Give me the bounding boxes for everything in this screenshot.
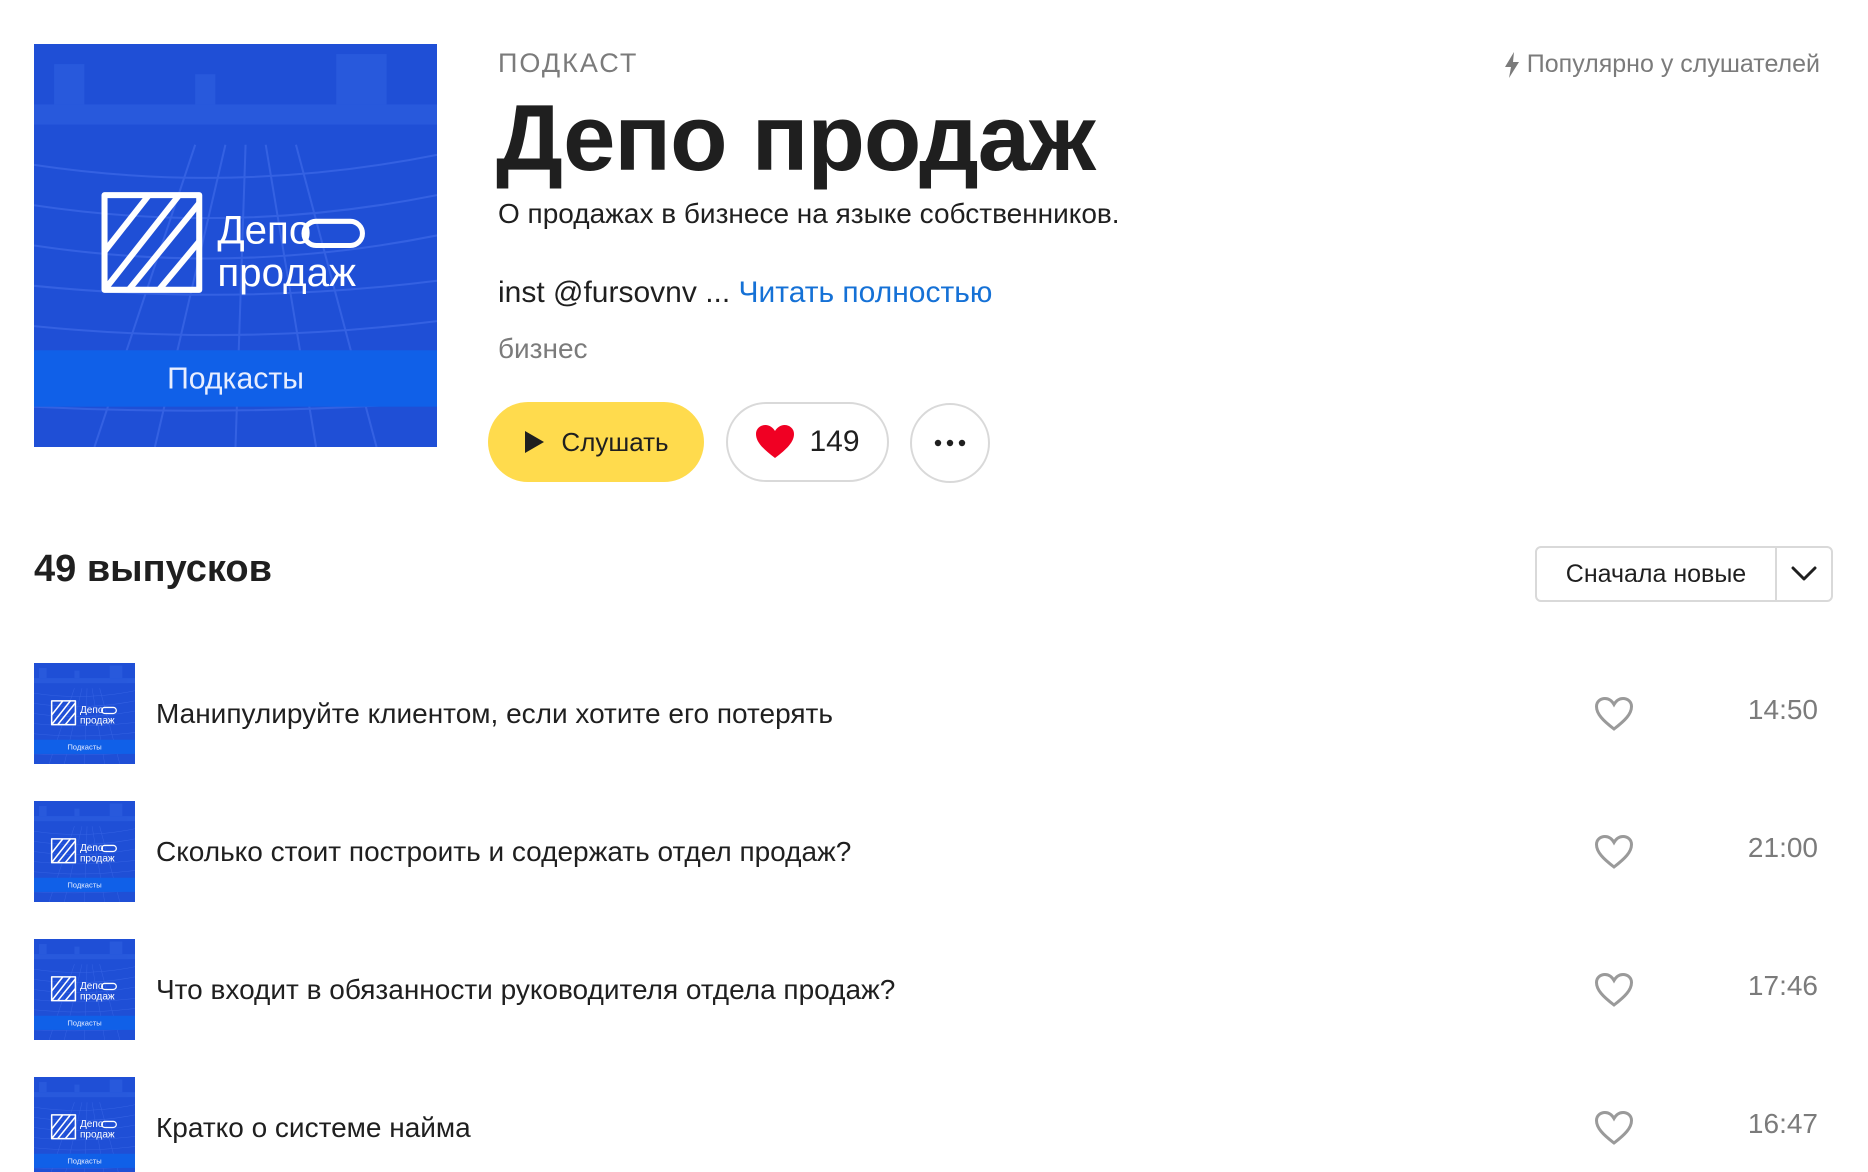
episode-title[interactable]: Кратко о системе найма bbox=[156, 1112, 1834, 1144]
episode-duration: 17:46 bbox=[1747, 970, 1818, 1001]
episode-thumbnail bbox=[34, 663, 135, 764]
description-text: inst @fursovnv ... bbox=[498, 276, 731, 309]
listen-button[interactable]: Слушать bbox=[488, 402, 704, 482]
episode-title[interactable]: Сколько стоит построить и содержать отде… bbox=[156, 836, 1834, 868]
heart-outline-icon[interactable] bbox=[1594, 972, 1634, 1008]
chevron-down-icon bbox=[1791, 566, 1817, 581]
episode-title[interactable]: Что входит в обязанности руководителя от… bbox=[156, 974, 1834, 1006]
like-button[interactable]: 149 bbox=[726, 402, 889, 482]
more-dots-icon bbox=[934, 439, 966, 447]
lightning-icon bbox=[1504, 51, 1519, 78]
genre-link[interactable]: бизнес bbox=[498, 333, 588, 365]
podcast-subtitle: О продажах в бизнесе на языке собственни… bbox=[498, 198, 1120, 229]
more-options-button[interactable] bbox=[910, 403, 990, 483]
popular-badge: Популярно у слушателей bbox=[1501, 50, 1820, 79]
page-title: Депо продаж bbox=[496, 85, 1096, 190]
podcast-description: inst @fursovnv ... Читать полностью bbox=[498, 276, 992, 310]
episode-thumbnail bbox=[34, 1077, 135, 1172]
episode-duration: 21:00 bbox=[1747, 832, 1818, 863]
heart-outline-icon[interactable] bbox=[1594, 696, 1634, 732]
podcast-cover-image bbox=[34, 44, 437, 447]
listen-button-label: Слушать bbox=[561, 426, 669, 457]
podcast-cover bbox=[34, 44, 437, 447]
popular-label: Популярно у слушателей bbox=[1526, 50, 1820, 78]
episode-duration: 14:50 bbox=[1747, 694, 1818, 725]
heart-outline-icon[interactable] bbox=[1594, 834, 1634, 870]
episode-row[interactable]: Что входит в обязанности руководителя от… bbox=[34, 939, 1834, 1040]
episode-thumbnail bbox=[34, 801, 135, 902]
episode-duration: 16:47 bbox=[1747, 1108, 1818, 1139]
sort-dropdown-toggle[interactable] bbox=[1775, 548, 1831, 600]
like-count: 149 bbox=[809, 425, 860, 458]
heart-outline-icon[interactable] bbox=[1594, 1110, 1634, 1146]
sort-dropdown[interactable]: Сначала новые bbox=[1535, 546, 1833, 602]
episode-row[interactable]: Сколько стоит построить и содержать отде… bbox=[34, 801, 1834, 902]
episode-thumbnail bbox=[34, 939, 135, 1040]
episodes-count: 49 выпусков bbox=[34, 548, 273, 590]
sort-dropdown-label: Сначала новые bbox=[1565, 559, 1747, 588]
episode-title[interactable]: Манипулируйте клиентом, если хотите его … bbox=[156, 698, 1834, 730]
play-icon bbox=[525, 431, 545, 453]
episode-row[interactable]: Кратко о системе найма 16:47 bbox=[34, 1077, 1834, 1172]
heart-filled-icon bbox=[756, 425, 795, 458]
content-type-label: ПОДКАСТ bbox=[498, 48, 639, 78]
read-more-link[interactable]: Читать полностью bbox=[739, 276, 993, 309]
episode-row[interactable]: Манипулируйте клиентом, если хотите его … bbox=[34, 663, 1834, 764]
